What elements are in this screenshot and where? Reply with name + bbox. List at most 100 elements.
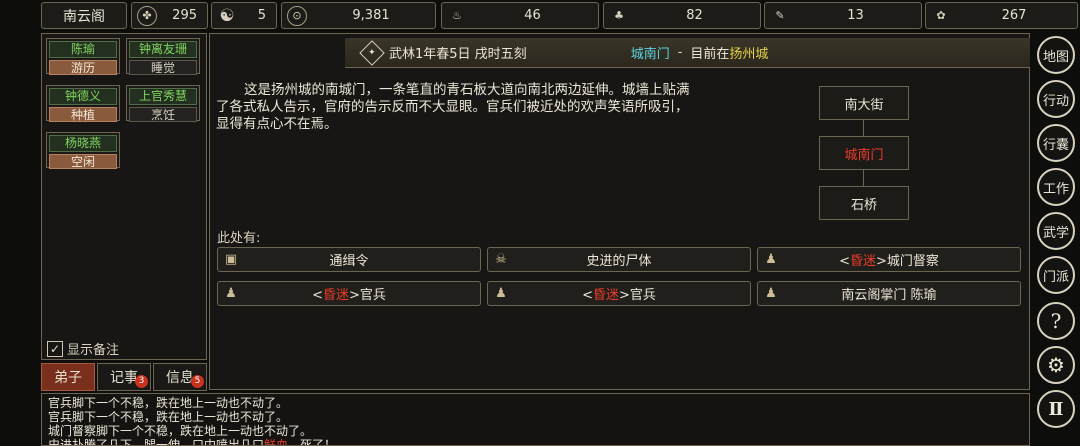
entity-name: >城门督察: [876, 254, 939, 269]
tab-label: 记事: [110, 370, 138, 386]
stat-material[interactable]: ✿ 267: [925, 2, 1078, 29]
stat-food[interactable]: ♨ 46: [441, 2, 599, 29]
scroll-icon: ✎: [775, 9, 785, 22]
gear-icon: ⚙: [1047, 353, 1065, 377]
unread-badge: 5: [191, 375, 204, 388]
sect-icon: 门派: [1042, 269, 1069, 285]
disciple-status: 种植: [49, 107, 117, 122]
entity-name: >官兵: [349, 288, 386, 303]
disciple-name: 上官秀慧: [129, 88, 197, 105]
tab-messages[interactable]: 信息 5: [153, 363, 207, 391]
show-notes-toggle[interactable]: ✓ 显示备注: [47, 339, 119, 358]
skull-icon: ☠: [495, 252, 507, 267]
coma-tag: 昏迷: [849, 254, 876, 269]
help-button[interactable]: ?: [1037, 302, 1075, 340]
disciple-status: 烹饪: [129, 107, 197, 122]
here-label: 此处有:: [217, 231, 261, 246]
tab-label: 信息: [166, 370, 194, 386]
stat-taiji[interactable]: ☯ 5: [211, 2, 277, 29]
location-header: ✦ 武林1年春5日 戌时五刻 城南门 - 目前在 扬州城: [345, 38, 1030, 68]
stat-coin[interactable]: ⊙ 9,381: [281, 2, 436, 29]
disciple-status: 睡觉: [129, 60, 197, 75]
map-icon: 地图: [1042, 49, 1069, 65]
location-description: 这是扬州城的南城门，一条笔直的青石板大道向南北两边延伸。城墙上贴满了各式私人告示…: [216, 82, 690, 132]
map-button[interactable]: 地图: [1037, 36, 1075, 74]
message-log[interactable]: 官兵脚下一个不稳，跌在地上一动也不动了。 官兵脚下一个不稳，跌在地上一动也不动了…: [41, 393, 1030, 446]
entity-name: 通缉令: [329, 254, 369, 269]
sect-name[interactable]: 南云阁: [41, 2, 127, 29]
gourd-icon: ✤: [137, 5, 157, 26]
stat-value: 5: [257, 8, 266, 23]
disciple-card[interactable]: 杨晓燕 空闲: [46, 132, 120, 169]
food-icon: ♨: [452, 9, 462, 22]
entity-item[interactable]: ☠ 史进的尸体: [487, 247, 751, 272]
map-connector: [863, 170, 864, 186]
entity-item[interactable]: ♟ <昏迷>官兵: [217, 281, 481, 306]
disciple-card[interactable]: 钟离友珊 睡觉: [126, 38, 200, 75]
map-node-south[interactable]: 石桥: [819, 186, 909, 220]
work-button[interactable]: 工作: [1037, 168, 1075, 206]
entity-item[interactable]: ♟ 南云阁掌门 陈瑜: [757, 281, 1021, 306]
disciple-card[interactable]: 陈瑜 游历: [46, 38, 120, 75]
log-line: 史进扑腾了几下，腿一伸，口中喷出几口鲜血，死了！: [48, 438, 337, 446]
sect-button[interactable]: 门派: [1037, 256, 1075, 294]
log-line: 官兵脚下一个不稳，跌在地上一动也不动了。: [48, 410, 289, 424]
disciple-card[interactable]: 上官秀慧 烹饪: [126, 85, 200, 122]
person-icon: ♟: [225, 286, 237, 301]
stat-scroll[interactable]: ✎ 13: [764, 2, 922, 29]
stat-gourd[interactable]: ✤ 295: [131, 2, 208, 29]
log-line: 城门督察脚下一个不稳，跌在地上一动也不动了。: [48, 424, 313, 438]
game-date: 武林1年春5日 戌时五刻: [389, 47, 527, 62]
map-node-north[interactable]: 南大街: [819, 86, 909, 120]
question-icon: ?: [1050, 309, 1062, 333]
disciple-name: 钟德义: [49, 88, 117, 105]
box-icon: ▣: [224, 252, 238, 267]
disciple-name: 陈瑜: [49, 41, 117, 58]
disciple-status: 空闲: [49, 154, 117, 169]
disciple-card[interactable]: 钟德义 种植: [46, 85, 120, 122]
map-connector: [863, 120, 864, 136]
material-icon: ✿: [936, 9, 946, 22]
martial-button[interactable]: 武学: [1037, 212, 1075, 250]
entity-name: 史进的尸体: [586, 254, 652, 269]
stat-value: 46: [524, 8, 541, 23]
person-icon: ♟: [765, 252, 777, 267]
entity-item[interactable]: ▣ 通缉令: [217, 247, 481, 272]
now-in-label: 目前在: [690, 47, 730, 62]
header-separator: -: [677, 45, 683, 60]
martial-icon: 武学: [1042, 225, 1069, 241]
show-notes-label: 显示备注: [67, 343, 120, 358]
disciple-panel: [41, 33, 207, 360]
person-icon: ♟: [495, 286, 507, 301]
current-city: 扬州城: [729, 47, 769, 62]
checkbox-checked-icon: ✓: [47, 340, 63, 357]
coma-tag: 昏迷: [592, 288, 619, 303]
bag-icon: 行囊: [1042, 137, 1069, 153]
herb-icon: ♣: [614, 9, 624, 22]
stat-value: 9,381: [352, 8, 390, 23]
stat-herb[interactable]: ♣ 82: [603, 2, 761, 29]
diamond-icon: ✦: [359, 39, 385, 66]
entity-item[interactable]: ♟ <昏迷>官兵: [487, 281, 751, 306]
tab-events[interactable]: 记事 3: [97, 363, 151, 391]
taiji-icon: ☯: [219, 5, 235, 26]
work-icon: 工作: [1042, 181, 1069, 197]
entity-item[interactable]: ♟ <昏迷>城门督察: [757, 247, 1021, 272]
unread-badge: 3: [135, 375, 148, 388]
disciple-status: 游历: [49, 60, 117, 75]
settings-button[interactable]: ⚙: [1037, 346, 1075, 384]
action-icon: 行动: [1042, 93, 1069, 109]
bag-button[interactable]: 行囊: [1037, 124, 1075, 162]
coma-tag: 昏迷: [322, 288, 349, 303]
stat-value: 267: [1001, 8, 1027, 23]
disciple-name: 钟离友珊: [129, 41, 197, 58]
log-line: 官兵脚下一个不稳，跌在地上一动也不动了。: [48, 396, 289, 410]
action-button[interactable]: 行动: [1037, 80, 1075, 118]
coin-icon: ⊙: [287, 5, 307, 26]
tab-label: 弟子: [54, 370, 82, 386]
pause-button[interactable]: Ⅱ: [1037, 390, 1075, 428]
entity-name: >官兵: [619, 288, 656, 303]
tab-disciples[interactable]: 弟子: [41, 363, 95, 391]
current-place: 城南门: [630, 47, 670, 62]
map-node-current[interactable]: 城南门: [819, 136, 909, 170]
